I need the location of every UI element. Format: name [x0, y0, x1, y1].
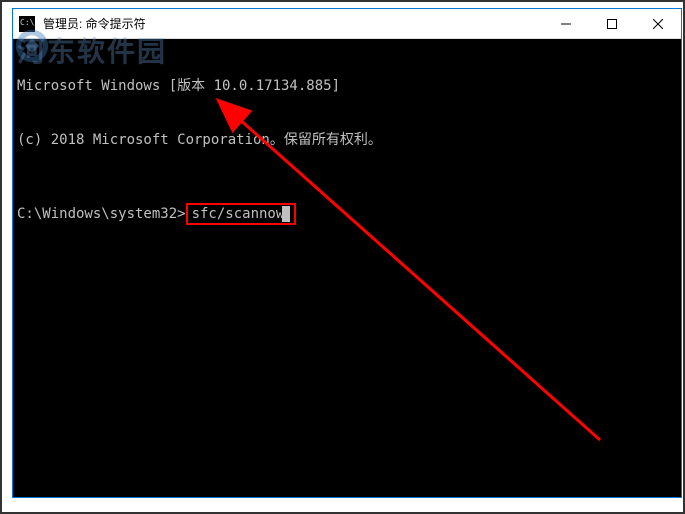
- command-prompt-window: 管理员: 命令提示符 Microsoft Windows [版本 10.0.17…: [12, 8, 682, 498]
- command-text: sfc/scannow: [192, 206, 285, 222]
- cursor: [282, 206, 290, 222]
- copyright-line: (c) 2018 Microsoft Corporation。保留所有权利。: [17, 131, 677, 149]
- close-icon: [653, 19, 663, 29]
- terminal-area[interactable]: Microsoft Windows [版本 10.0.17134.885] (c…: [13, 39, 681, 497]
- prompt-path: C:\Windows\system32>: [17, 205, 186, 223]
- command-highlight-box: sfc/scannow: [186, 203, 297, 225]
- version-line: Microsoft Windows [版本 10.0.17134.885]: [17, 77, 677, 95]
- close-button[interactable]: [635, 9, 681, 39]
- maximize-button[interactable]: [589, 9, 635, 39]
- prompt-line: C:\Windows\system32> sfc/scannow: [17, 203, 677, 225]
- maximize-icon: [607, 19, 617, 29]
- app-icon: [19, 16, 35, 32]
- window-title: 管理员: 命令提示符: [41, 15, 543, 32]
- titlebar[interactable]: 管理员: 命令提示符: [13, 9, 681, 39]
- minimize-icon: [561, 19, 571, 29]
- minimize-button[interactable]: [543, 9, 589, 39]
